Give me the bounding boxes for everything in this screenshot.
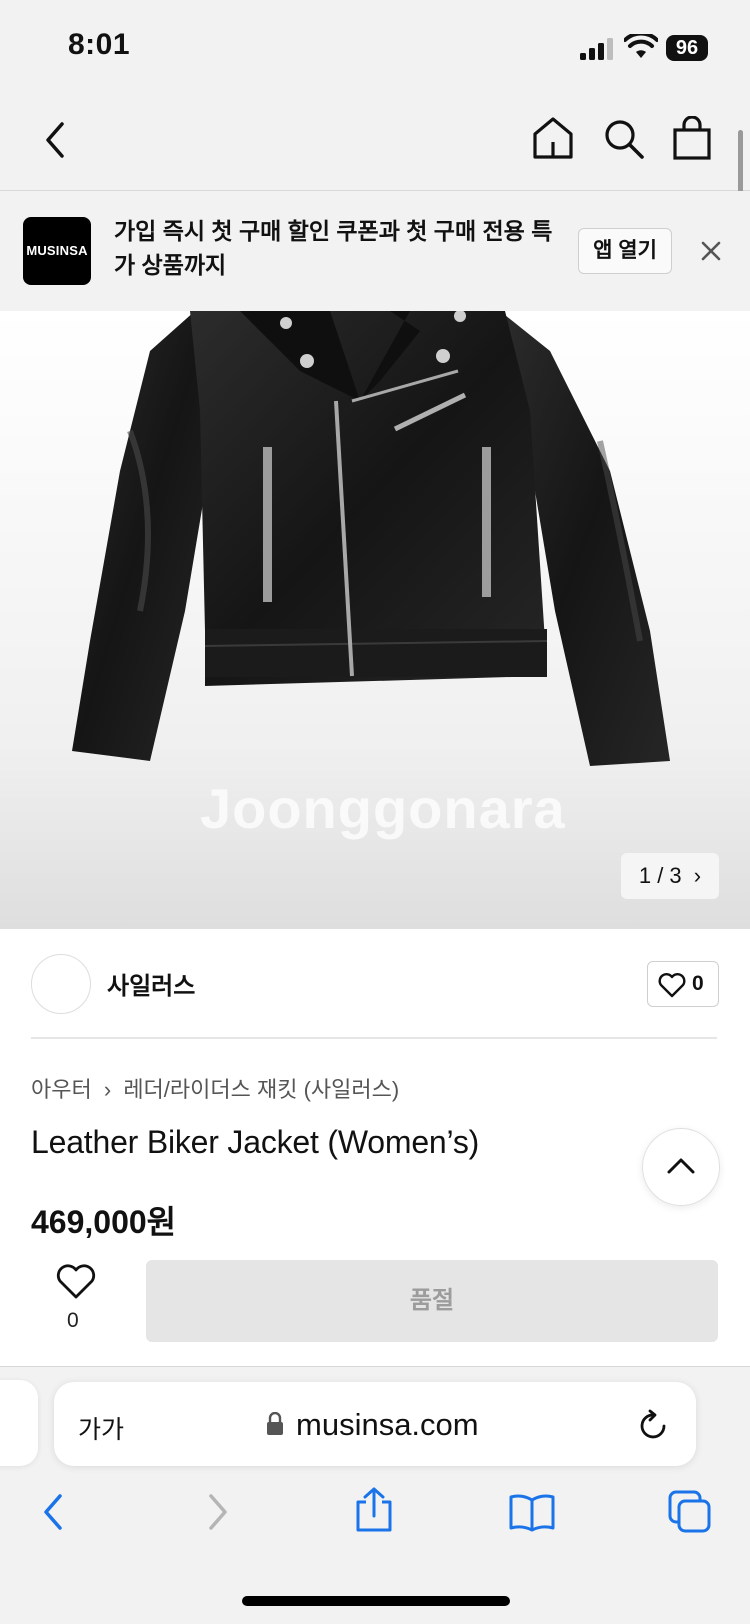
home-indicator[interactable] (242, 1596, 510, 1606)
scroll-to-top-button[interactable] (642, 1128, 720, 1206)
previous-tab-preview[interactable] (0, 1380, 38, 1466)
lock-icon (266, 1412, 284, 1436)
home-icon[interactable] (532, 116, 574, 160)
signal-icon (580, 38, 614, 60)
image-counter[interactable]: 1 / 3 › (621, 853, 719, 899)
open-app-button[interactable]: 앱 열기 (578, 228, 672, 274)
status-time: 8:01 (68, 28, 131, 61)
shopping-bag-icon[interactable] (672, 116, 712, 160)
browser-forward-icon[interactable] (203, 1492, 231, 1532)
bookmarks-icon[interactable] (508, 1494, 556, 1532)
seller-like-count: 0 (692, 972, 704, 995)
image-watermark: Joonggonara (200, 777, 566, 840)
seller-name[interactable]: 사일러스 (107, 966, 195, 1001)
browser-back-icon[interactable] (40, 1492, 68, 1532)
product-price: 469,000원 (31, 1204, 177, 1240)
breadcrumb-subcategory[interactable]: 레더/라이더스 재킷 (사일러스) (123, 1077, 399, 1102)
heart-icon (658, 972, 686, 998)
back-arrow-icon[interactable] (40, 120, 70, 160)
breadcrumb: 아우터 › 레더/라이더스 재킷 (사일러스) (31, 1072, 399, 1104)
chevron-up-icon (666, 1155, 696, 1175)
chevron-right-icon: › (693, 863, 702, 888)
product-title: Leather Biker Jacket (Women’s) (31, 1124, 480, 1160)
breadcrumb-category[interactable]: 아우터 (31, 1077, 92, 1102)
reader-settings-button[interactable]: 가가 (78, 1410, 124, 1446)
battery-indicator: 96 (666, 35, 708, 61)
divider (31, 1037, 717, 1039)
wifi-icon (624, 34, 658, 60)
url-text[interactable]: musinsa.com (296, 1407, 479, 1443)
share-icon[interactable] (354, 1486, 394, 1532)
seller-avatar[interactable] (31, 954, 91, 1014)
chevron-right-icon: › (103, 1077, 112, 1102)
wishlist-count: 0 (67, 1309, 79, 1332)
address-bar[interactable]: 가가 musinsa.com (54, 1382, 696, 1466)
musinsa-logo: MUSINSA (23, 217, 91, 285)
close-icon[interactable] (698, 238, 724, 264)
soldout-button: 품절 (146, 1260, 718, 1342)
wishlist-heart-icon[interactable] (56, 1264, 96, 1300)
image-counter-text: 1 / 3 (638, 863, 682, 888)
tabs-icon[interactable] (668, 1490, 712, 1534)
banner-promo-text: 가입 즉시 첫 구매 할인 쿠폰과 첫 구매 전용 특가 상품까지 (114, 218, 553, 278)
search-icon[interactable] (603, 118, 645, 160)
seller-like-button[interactable]: 0 (647, 961, 719, 1007)
reload-icon[interactable] (638, 1408, 670, 1442)
